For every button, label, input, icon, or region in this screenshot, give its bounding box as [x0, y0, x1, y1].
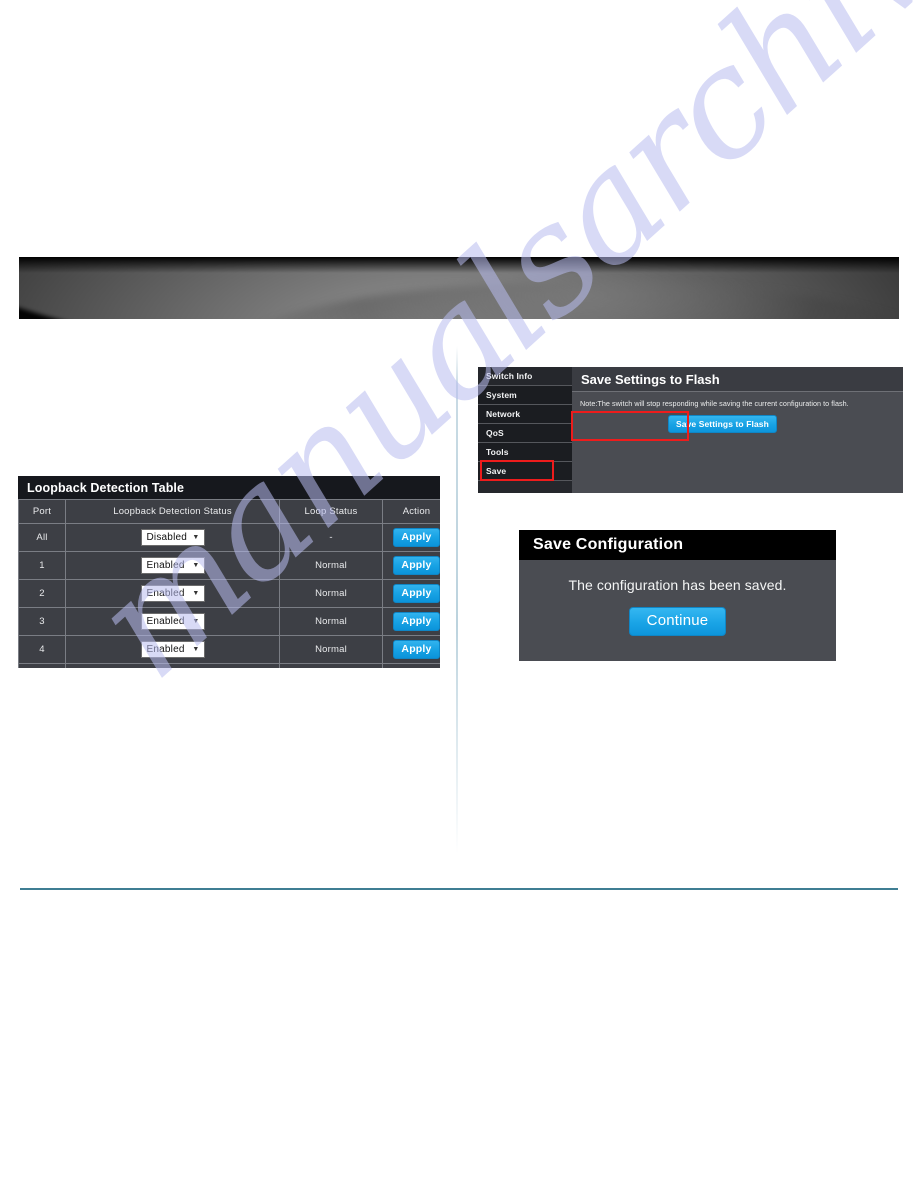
loopback-detection-table: Port Loopback Detection Status Loop Stat… — [18, 499, 440, 668]
table-row: 4 Enabled ▼ Normal Apply — [18, 635, 440, 664]
sidebar-item-network[interactable]: Network — [478, 405, 572, 424]
cell-status: Enabled ▼ — [65, 579, 280, 608]
column-header-loop-status: Loop Status — [279, 499, 383, 524]
cell-port: 3 — [18, 607, 66, 636]
cell-action: Apply — [382, 607, 440, 636]
cell-status: Disabled ▼ — [65, 523, 280, 552]
sidebar-item-switch-info[interactable]: Switch Info — [478, 367, 572, 386]
cell-action: Apply — [382, 663, 440, 668]
column-header-status: Loopback Detection Status — [65, 499, 280, 524]
cell-port: 4 — [18, 635, 66, 664]
cell-loop-status: Normal — [279, 663, 383, 668]
save-configuration-dialog: Save Configuration The configuration has… — [519, 530, 836, 661]
save-settings-to-flash-button[interactable]: Save Settings to Flash — [668, 415, 777, 433]
sidebar-item-qos[interactable]: QoS — [478, 424, 572, 443]
sidebar-filler — [478, 481, 572, 493]
loopback-status-select[interactable]: Disabled ▼ — [140, 529, 205, 546]
save-settings-to-flash-figure: Switch Info System Network QoS Tools Sav… — [478, 367, 903, 493]
sidebar-item-label: Network — [486, 409, 521, 419]
table-row: 1 Enabled ▼ Normal Apply — [18, 551, 440, 580]
sidebar-item-label: Switch Info — [486, 371, 533, 381]
chevron-down-icon: ▼ — [192, 618, 200, 625]
table-row: All Disabled ▼ - Apply — [18, 523, 440, 552]
column-header-action: Action — [382, 499, 440, 524]
page-banner-image — [19, 257, 899, 319]
cell-action: Apply — [382, 635, 440, 664]
table-row: 2 Enabled ▼ Normal Apply — [18, 579, 440, 608]
loopback-status-select[interactable]: Enabled ▼ — [140, 557, 205, 574]
loopback-status-value: Disabled — [146, 532, 188, 543]
table-row: 3 Enabled ▼ Normal Apply — [18, 607, 440, 636]
cell-action: Apply — [382, 551, 440, 580]
chevron-down-icon: ▼ — [192, 562, 200, 569]
cell-loop-status: Normal — [279, 551, 383, 580]
table-row: 5 Enabled ▼ Normal Apply — [18, 663, 440, 668]
apply-button[interactable]: Apply — [393, 528, 440, 547]
cell-status: Enabled ▼ — [65, 663, 280, 668]
switch-sidebar-nav: Switch Info System Network QoS Tools Sav… — [478, 367, 572, 493]
page-title: Save Settings to Flash — [572, 367, 903, 392]
apply-button[interactable]: Apply — [393, 640, 440, 659]
dialog-actions: Continue — [519, 607, 836, 636]
apply-button[interactable]: Apply — [393, 584, 440, 603]
loopback-status-select[interactable]: Enabled ▼ — [140, 613, 205, 630]
sidebar-item-system[interactable]: System — [478, 386, 572, 405]
dialog-title: Save Configuration — [519, 530, 836, 560]
chevron-down-icon: ▼ — [192, 590, 200, 597]
dialog-message: The configuration has been saved. — [568, 577, 787, 593]
table-header-row: Port Loopback Detection Status Loop Stat… — [18, 499, 440, 524]
column-header-port: Port — [18, 499, 66, 524]
flash-note-text: Note:The switch will stop responding whi… — [580, 399, 849, 408]
banner-top-shade — [19, 257, 899, 273]
sidebar-item-label: Tools — [486, 447, 509, 457]
cell-port: All — [18, 523, 66, 552]
cell-loop-status: Normal — [279, 635, 383, 664]
continue-button[interactable]: Continue — [628, 607, 727, 636]
cell-action: Apply — [382, 523, 440, 552]
loopback-status-value: Enabled — [146, 560, 185, 571]
apply-button[interactable]: Apply — [393, 556, 440, 575]
column-divider — [456, 346, 458, 854]
cell-loop-status: - — [279, 523, 383, 552]
loopback-status-select[interactable]: Enabled ▼ — [140, 641, 205, 658]
sidebar-item-save[interactable]: Save — [478, 462, 572, 481]
chevron-down-icon: ▼ — [192, 534, 200, 541]
loopback-detection-figure: Loopback Detection Table Port Loopback D… — [18, 476, 440, 668]
loopback-status-select[interactable]: Enabled ▼ — [140, 585, 205, 602]
apply-button[interactable]: Apply — [393, 612, 440, 631]
sidebar-item-label: System — [486, 390, 517, 400]
sidebar-item-tools[interactable]: Tools — [478, 443, 572, 462]
cell-loop-status: Normal — [279, 579, 383, 608]
sidebar-item-label: QoS — [486, 428, 504, 438]
chevron-down-icon: ▼ — [192, 646, 200, 653]
cell-port: 1 — [18, 551, 66, 580]
cell-status: Enabled ▼ — [65, 551, 280, 580]
cell-action: Apply — [382, 579, 440, 608]
loopback-status-value: Enabled — [146, 588, 185, 599]
sidebar-item-label: Save — [486, 466, 507, 476]
flash-content-panel: Save Settings to Flash Note:The switch w… — [572, 367, 903, 493]
cell-port: 2 — [18, 579, 66, 608]
footer-divider — [20, 888, 898, 890]
cell-status: Enabled ▼ — [65, 607, 280, 636]
cell-status: Enabled ▼ — [65, 635, 280, 664]
loopback-status-value: Enabled — [146, 616, 185, 627]
cell-loop-status: Normal — [279, 607, 383, 636]
loopback-status-value: Enabled — [146, 644, 185, 655]
cell-port: 5 — [18, 663, 66, 668]
loopback-table-title: Loopback Detection Table — [18, 476, 440, 499]
